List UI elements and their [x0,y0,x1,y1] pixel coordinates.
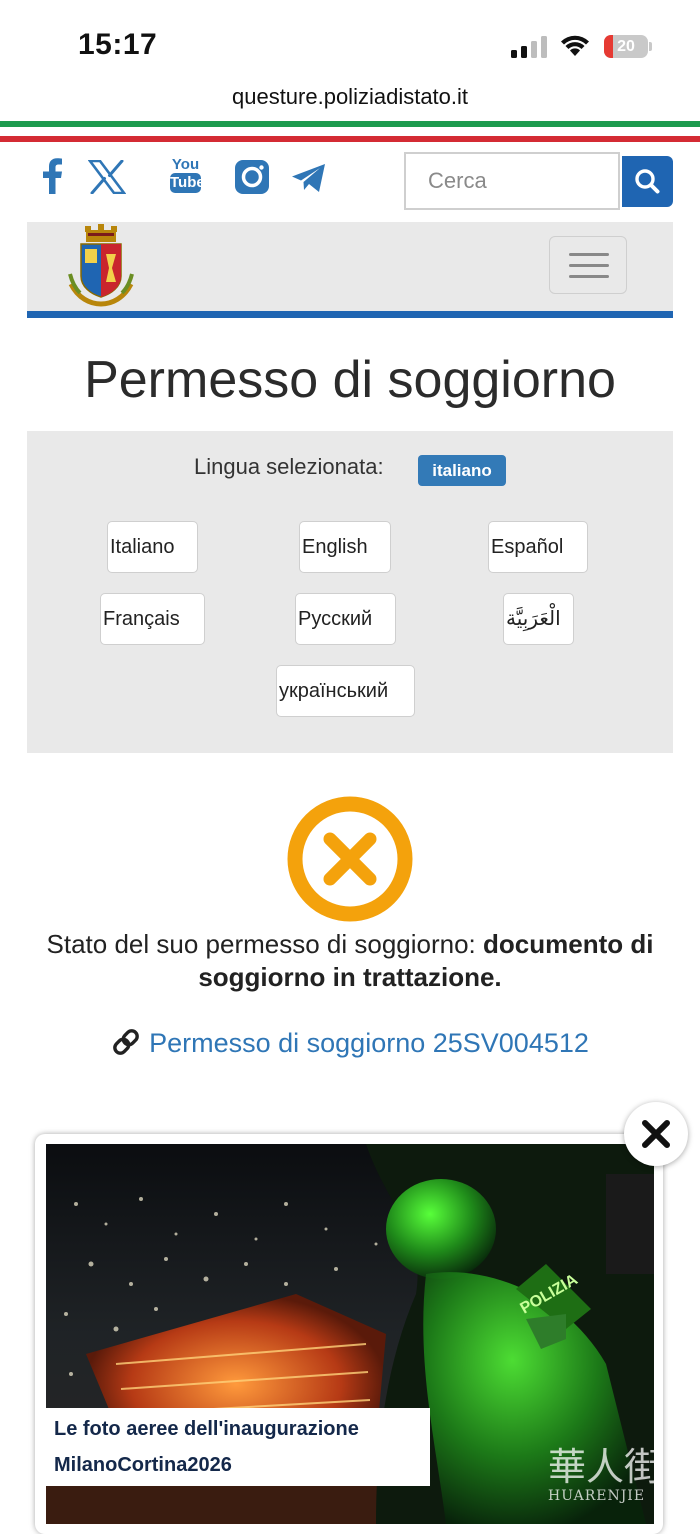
close-icon [642,1120,670,1148]
permit-link-text: Permesso di soggiorno 25SV004512 [149,1028,589,1058]
popup-caption: Le foto aeree dell'inaugurazione MilanoC… [46,1408,430,1486]
selected-language-badge: italiano [418,455,506,486]
facebook-icon[interactable] [40,158,64,194]
telegram-icon[interactable] [291,163,327,193]
language-button-russian[interactable]: Русский [295,593,396,645]
language-button-italiano[interactable]: Italiano [107,521,198,573]
language-button-francais[interactable]: Français [100,593,205,645]
permit-link[interactable]: Permesso di soggiorno 25SV004512 [0,1027,700,1059]
battery-percent: 20 [617,38,635,55]
flag-stripe-green [0,121,700,127]
language-button-ukrainian[interactable]: український [276,665,415,717]
selected-language-label: Lingua selezionata: [194,454,384,479]
instagram-icon[interactable] [235,160,269,194]
battery-tip [649,42,652,51]
caption-line-2: MilanoCortina2026 [54,1454,232,1476]
search-box [404,152,620,210]
language-button-espanol[interactable]: Español [488,521,588,573]
wifi-icon [559,34,591,63]
flag-stripe-red [0,136,700,142]
search-icon [635,169,660,194]
permit-status-prefix: Stato del suo permesso di soggiorno: [46,929,484,959]
youtube-tube-text: Tube [170,173,205,193]
status-time: 15:17 [78,28,158,61]
x-twitter-icon[interactable] [88,160,126,194]
link-icon [113,1029,139,1055]
page-title: Permesso di soggiorno [84,351,616,409]
language-button-english[interactable]: English [299,521,391,573]
error-x-icon [287,796,413,927]
cellular-signal-icon [511,36,547,63]
search-input[interactable] [406,154,618,208]
youtube-icon[interactable]: You Tube [170,156,205,193]
battery-icon: 20 [604,35,648,58]
search-button[interactable] [622,156,673,207]
popup-close-button[interactable] [624,1102,688,1166]
polizia-coat-of-arms-logo[interactable] [66,224,136,313]
watermark-text: HUARENJIE [548,1488,646,1504]
language-button-arabic[interactable]: الْعَرَبِيَّة [503,593,574,645]
watermark: 華人街 HUARENJIE [548,1445,663,1504]
permit-status-text: Stato del suo permesso di soggiorno: doc… [20,928,680,994]
address-bar-url[interactable]: questure.poliziadistato.it [0,84,700,110]
hamburger-menu-button[interactable] [549,236,627,294]
youtube-you-text: You [171,156,200,173]
caption-line-1: Le foto aeree dell'inaugurazione [54,1418,359,1440]
